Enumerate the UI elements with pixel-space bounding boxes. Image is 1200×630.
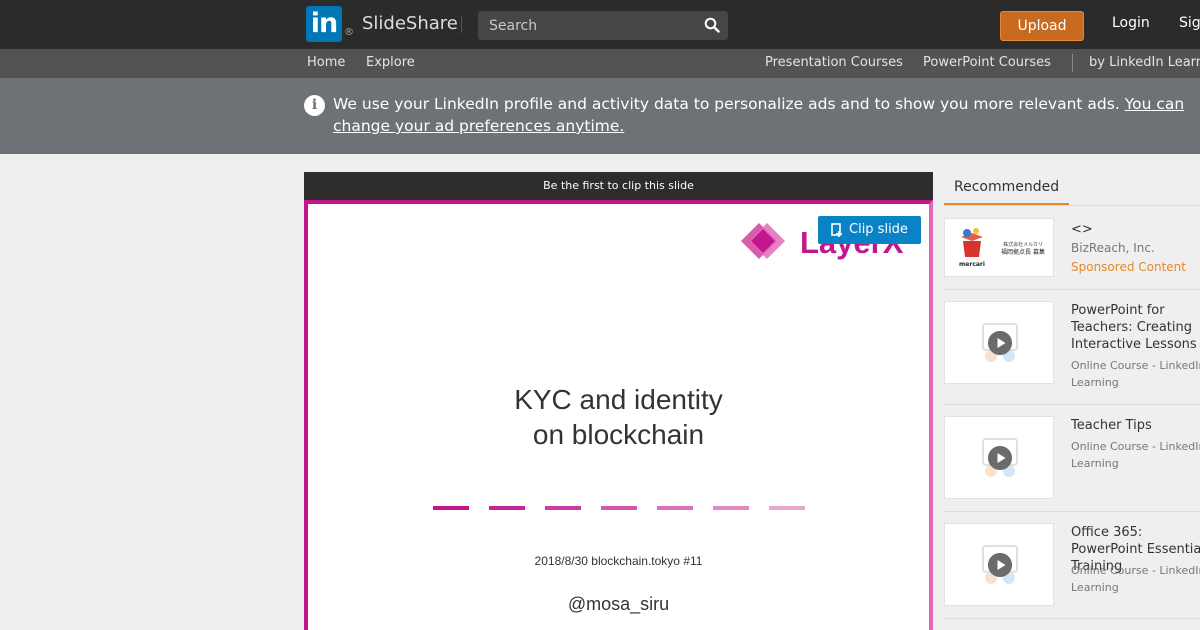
nav-presentation-courses[interactable]: Presentation Courses xyxy=(765,55,903,70)
course-thumbnail xyxy=(944,416,1054,499)
play-icon[interactable] xyxy=(988,553,1012,577)
upload-button[interactable]: Upload xyxy=(1000,11,1084,41)
decorative-dash xyxy=(433,506,469,510)
decorative-dash xyxy=(769,506,805,510)
ad-notice-text: We use your LinkedIn profile and activit… xyxy=(333,93,1193,137)
nav-explore[interactable]: Explore xyxy=(366,55,415,70)
course-illustration xyxy=(945,524,1055,606)
divider xyxy=(944,289,1200,290)
recommended-item-meta: Online Course - LinkedIn Learning xyxy=(1071,440,1200,470)
course-illustration xyxy=(945,417,1055,499)
slide-date-line: 2018/8/30 blockchain.tokyo #11 xyxy=(534,554,703,568)
registered-mark-icon: ® xyxy=(344,27,354,38)
top-bar: in ® SlideShare Upload Login Signup xyxy=(0,0,1200,49)
recommended-item-title[interactable]: <> xyxy=(1071,221,1200,238)
brand-name[interactable]: SlideShare xyxy=(362,13,458,34)
course-illustration xyxy=(945,302,1055,384)
sponsored-thumbnail: mercari 株式会社メルカリ 福岡拠点長 募集 xyxy=(944,218,1054,277)
divider xyxy=(944,618,1200,619)
divider xyxy=(461,16,462,33)
course-thumbnail xyxy=(944,301,1054,384)
clip-bar: Be the first to clip this slide xyxy=(304,172,933,200)
sponsored-label: Sponsored Content xyxy=(1071,260,1186,274)
nav-powerpoint-courses[interactable]: PowerPoint Courses xyxy=(923,55,1051,70)
recommended-item-meta: Online Course - LinkedIn Learning xyxy=(1071,564,1200,594)
divider xyxy=(944,511,1200,512)
decorative-dash xyxy=(601,506,637,510)
slide-author: @mosa_siru xyxy=(567,594,670,614)
slide-viewer[interactable]: LayerX Clip slide KYC and identity on bl… xyxy=(304,200,933,630)
clip-slide-button[interactable]: Clip slide xyxy=(818,216,921,244)
tab-recommended[interactable]: Recommended xyxy=(944,172,1069,206)
thumb-line-2: 福岡拠点長 募集 xyxy=(1001,248,1045,256)
search-icon[interactable] xyxy=(704,17,720,33)
divider xyxy=(944,404,1200,405)
decorative-dashes xyxy=(433,506,813,514)
decorative-dash xyxy=(545,506,581,510)
login-link[interactable]: Login xyxy=(1112,15,1150,31)
play-icon[interactable] xyxy=(988,331,1012,355)
mercari-box-icon: mercari 株式会社メルカリ 福岡拠点長 募集 xyxy=(959,228,1045,268)
decorative-dash xyxy=(713,506,749,510)
play-icon[interactable] xyxy=(988,446,1012,470)
slide-title-line-2: on blockchain xyxy=(532,419,705,450)
info-icon: i xyxy=(304,95,325,116)
recommended-item-meta: Online Course - LinkedIn Learning xyxy=(1071,359,1200,389)
recommended-item-meta: BizReach, Inc. xyxy=(1071,241,1155,255)
notice-message: We use your LinkedIn profile and activit… xyxy=(333,95,1120,113)
course-thumbnail xyxy=(944,523,1054,606)
slide-title: KYC and identity on blockchain xyxy=(308,382,929,452)
slide-title-line-1: KYC and identity xyxy=(514,384,723,415)
decorative-dash xyxy=(657,506,693,510)
nav-home[interactable]: Home xyxy=(307,55,345,70)
clip-slide-label: Clip slide xyxy=(849,222,908,237)
divider xyxy=(944,205,1200,206)
divider xyxy=(1072,54,1073,72)
signup-link[interactable]: Signup xyxy=(1179,15,1200,31)
sub-nav: Home Explore Presentation Courses PowerP… xyxy=(0,49,1200,78)
search-box xyxy=(478,11,728,40)
recommended-item-title[interactable]: Teacher Tips xyxy=(1071,417,1200,434)
thumb-line-1: 株式会社メルカリ xyxy=(1003,241,1043,248)
recommended-item-title[interactable]: PowerPoint for Teachers: Creating Intera… xyxy=(1071,302,1200,353)
linkedin-logo-icon[interactable]: in xyxy=(306,6,342,42)
clip-icon xyxy=(831,223,842,237)
thumb-brand-text: mercari xyxy=(959,261,985,268)
search-input[interactable] xyxy=(478,11,693,40)
nav-by-linkedin-learning[interactable]: by LinkedIn Learning xyxy=(1089,55,1200,70)
decorative-dash xyxy=(489,506,525,510)
